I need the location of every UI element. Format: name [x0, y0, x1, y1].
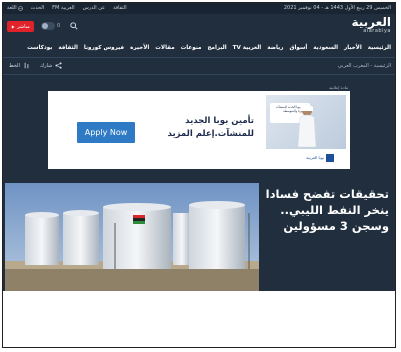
toggle-knob [42, 23, 48, 29]
browser-viewport: الخميس 29 ربيع الأول 1443 هـ - 04 نوفمبر… [3, 3, 395, 291]
share-icon [55, 62, 62, 69]
language-link[interactable]: اللغة [7, 5, 23, 11]
utility-link-fm[interactable]: العربية FM [52, 5, 74, 11]
person-illustration [297, 105, 317, 147]
utility-link-culture[interactable]: الثقافة [113, 5, 127, 11]
oil-tanks-photo [5, 183, 259, 291]
nav-item-latest[interactable]: الأخيرة [130, 45, 149, 51]
nav-item-news[interactable]: الأخبار [344, 45, 362, 51]
logo-arabic: العربية [351, 15, 391, 29]
toolbar-divider [3, 74, 395, 75]
ad-label: مادة إعلانية [329, 85, 348, 90]
breadcrumb[interactable]: الرئيسية - المغرب العربي [338, 63, 391, 69]
toggle-label: 0 [57, 23, 61, 29]
nav-item-articles[interactable]: مقالات [155, 45, 174, 51]
utility-links: الثقافة عن الدرس العربية FM الحدث اللغة [7, 5, 127, 11]
play-icon [11, 24, 15, 29]
live-label: مباشر [17, 23, 30, 30]
nav-divider [3, 57, 395, 58]
nav-item-corona[interactable]: فيروس كورونا [84, 45, 124, 51]
font-size-button[interactable]: الخط [9, 62, 30, 69]
text-size-icon [24, 62, 29, 69]
hero-image[interactable] [5, 183, 259, 291]
bupa-logo-text: بوبا العربية [306, 155, 324, 160]
date-text: الخميس 29 ربيع الأول 1443 هـ - 04 نوفمبر… [283, 5, 391, 11]
nav-item-culture[interactable]: الثقافة [58, 45, 77, 51]
share-button[interactable]: شارك [40, 62, 62, 69]
language-label: اللغة [7, 5, 17, 11]
nav-item-markets[interactable]: أسواق [289, 45, 307, 51]
apply-now-button[interactable]: Apply Now [77, 122, 135, 143]
utility-bar: الخميس 29 ربيع الأول 1443 هـ - 04 نوفمبر… [3, 3, 395, 14]
advertisement-banner[interactable]: Apply Now تأمين بوبا الجديد للمنشآت.إعلم… [48, 91, 350, 169]
ad-photo: تأمين بوبا الجديد للمنشآت الصغيرة والمتو… [266, 95, 346, 149]
search-icon[interactable] [70, 22, 78, 30]
theme-toggle[interactable] [41, 22, 55, 30]
nav-item-variety[interactable]: منوعات [181, 45, 202, 51]
ad-headline: تأمين بوبا الجديد للمنشآت.إعلم المزيد [167, 116, 254, 139]
nav-item-podcast[interactable]: بودكاست [27, 45, 52, 51]
site-logo[interactable]: العربية alarabiya [351, 16, 391, 34]
nav-item-tv[interactable]: العربية TV [233, 45, 262, 51]
nav-item-saudi[interactable]: السعودية [313, 45, 338, 51]
headline[interactable]: تحقيقات تفضح فسادا ينخر النفط الليبي.. و… [265, 186, 389, 234]
share-label: شارك [40, 62, 53, 69]
main-nav: الرئيسية الأخبار السعودية أسواق رياضة ال… [3, 42, 395, 56]
globe-icon [17, 5, 23, 11]
site-header: العربية alarabiya مباشر 0 [3, 14, 395, 38]
nav-item-sports[interactable]: رياضة [267, 45, 283, 51]
article-toolbar: الرئيسية - المغرب العربي الخط شارك [3, 60, 395, 73]
live-button[interactable]: مباشر [7, 21, 34, 32]
nav-item-programs[interactable]: البرامج [207, 45, 226, 51]
bupa-logo-mark [326, 153, 334, 162]
utility-link-alhadath[interactable]: الحدث [31, 5, 44, 11]
utility-link-about[interactable]: عن الدرس [83, 5, 105, 11]
nav-item-home[interactable]: الرئيسية [368, 45, 391, 51]
bupa-logo: بوبا العربية [304, 151, 334, 164]
font-label: الخط [9, 62, 20, 69]
